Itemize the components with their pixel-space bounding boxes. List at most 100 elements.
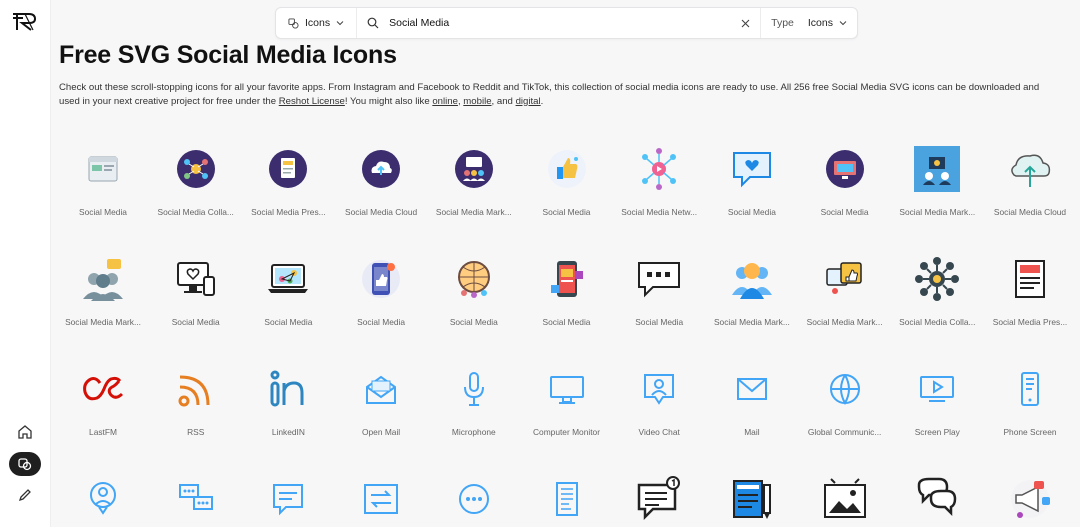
icon-card[interactable]: Social Media: [428, 245, 520, 327]
video-chat-icon: [635, 365, 683, 413]
icon-card[interactable]: RSS: [150, 355, 242, 437]
type-filter-label: Type: [771, 17, 794, 29]
icon-card[interactable]: [706, 465, 798, 523]
icon-card[interactable]: Social Media Mark...: [891, 135, 983, 217]
icon-card[interactable]: [335, 465, 427, 523]
icon-card-label: Social Media Mark...: [65, 317, 141, 327]
icon-card[interactable]: Microphone: [428, 355, 520, 437]
icon-card-label: Phone Screen: [1003, 427, 1057, 437]
page-title: Free SVG Social Media Icons: [59, 41, 397, 69]
search-input[interactable]: [387, 16, 722, 30]
icon-card[interactable]: [613, 465, 705, 523]
chevron-down-icon: [336, 21, 344, 26]
icon-card[interactable]: Social Media: [706, 135, 798, 217]
icon-card[interactable]: Social Media: [613, 245, 705, 327]
microphone-icon: [450, 365, 498, 413]
icon-card[interactable]: Social Media Pres...: [242, 135, 334, 217]
reshot-license-link[interactable]: Reshot License: [279, 96, 345, 107]
icon-card[interactable]: Mail: [706, 355, 798, 437]
phone-like-icon: [357, 255, 405, 303]
chat-lines-icon: [264, 475, 312, 523]
open-mail-icon: [357, 365, 405, 413]
icon-card-label: Screen Play: [914, 427, 960, 437]
icon-card[interactable]: Global Communic...: [799, 355, 891, 437]
browser-window-icon: [79, 145, 127, 193]
icon-card[interactable]: Social Media Cloud: [335, 135, 427, 217]
chat-bubbles-icon: [172, 475, 220, 523]
icon-card[interactable]: Phone Screen: [984, 355, 1076, 437]
icon-card-label: Social Media Pres...: [992, 317, 1068, 327]
page-description: Check out these scroll-stopping icons fo…: [59, 81, 1059, 108]
icon-card[interactable]: Social Media Cloud: [984, 135, 1076, 217]
monitor-icon: [543, 365, 591, 413]
gallery-icon: [821, 475, 869, 523]
description-text: Check out these scroll-stopping icons fo…: [59, 82, 1040, 107]
icon-card[interactable]: [428, 465, 520, 523]
icon-card-label: Social Media Cloud: [345, 207, 418, 217]
home-icon[interactable]: [9, 420, 41, 444]
digital-link[interactable]: digital: [516, 96, 541, 107]
icon-card[interactable]: [57, 465, 149, 523]
icon-card[interactable]: Social Media: [150, 245, 242, 327]
lastfm-icon: [79, 365, 127, 413]
megaphone-icon: [1006, 475, 1054, 523]
icon-card[interactable]: Social Media: [57, 135, 149, 217]
icon-card-label: Social Media: [635, 317, 684, 327]
mobile-link[interactable]: mobile: [463, 96, 491, 107]
icon-card[interactable]: LastFM: [57, 355, 149, 437]
screen-play-icon: [913, 365, 961, 413]
separator-text: , and: [491, 95, 516, 107]
icon-card[interactable]: Social Media: [521, 135, 613, 217]
icon-card[interactable]: Social Media Mark...: [706, 245, 798, 327]
icon-card[interactable]: LinkedIN: [242, 355, 334, 437]
icons-type-icon: [288, 17, 299, 29]
document-icon: [543, 475, 591, 523]
icon-card[interactable]: Social Media Mark...: [428, 135, 520, 217]
icon-card-label: Social Media: [357, 317, 406, 327]
icon-card[interactable]: Video Chat: [613, 355, 705, 437]
type-filter-dropdown[interactable]: Type Icons: [761, 8, 857, 38]
icon-card[interactable]: [521, 465, 613, 523]
icon-card[interactable]: Social Media: [799, 135, 891, 217]
icon-card-label: Social Media Colla...: [899, 317, 976, 327]
icon-card[interactable]: [150, 465, 242, 523]
marketing-square-icon: [913, 145, 961, 193]
icon-card[interactable]: Open Mail: [335, 355, 427, 437]
phone-icon: [1006, 365, 1054, 413]
icon-card-label: Social Media Mark...: [713, 317, 790, 327]
icon-card-label: Social Media: [727, 207, 776, 217]
close-icon: [741, 19, 750, 27]
pencil-icon[interactable]: [9, 483, 41, 507]
icon-card-label: Social Media Pres...: [251, 207, 326, 217]
newspaper-icon: [1006, 255, 1054, 303]
icon-card[interactable]: Social Media Netw...: [613, 135, 705, 217]
icon-card[interactable]: Screen Play: [891, 355, 983, 437]
icon-card[interactable]: Social Media Colla...: [150, 135, 242, 217]
icon-card[interactable]: Computer Monitor: [521, 355, 613, 437]
search-field: [357, 8, 731, 38]
icon-card[interactable]: Social Media Pres...: [984, 245, 1076, 327]
network-circle-icon: [172, 145, 220, 193]
online-link[interactable]: online: [432, 96, 458, 107]
icon-card[interactable]: Social Media: [335, 245, 427, 327]
icon-card[interactable]: Social Media Colla...: [891, 245, 983, 327]
clear-search-button[interactable]: [731, 8, 762, 38]
icon-card[interactable]: Social Media: [521, 245, 613, 327]
repeat-icon: [357, 475, 405, 523]
asset-type-dropdown[interactable]: Icons: [276, 8, 358, 38]
icon-card[interactable]: [799, 465, 891, 523]
icon-card-label: Social Media: [449, 317, 498, 327]
icon-card[interactable]: Social Media: [242, 245, 334, 327]
document-circle-icon: [264, 145, 312, 193]
icon-card-label: Social Media Mark...: [806, 317, 883, 327]
icon-card[interactable]: [891, 465, 983, 523]
icon-card[interactable]: [984, 465, 1076, 523]
icon-card[interactable]: [242, 465, 334, 523]
icon-card-label: Social Media: [171, 317, 220, 327]
mobile-media-icon: [543, 255, 591, 303]
like-chat-icon: [821, 255, 869, 303]
collections-icon[interactable]: [9, 452, 41, 476]
reshot-logo[interactable]: [11, 12, 39, 32]
icon-card[interactable]: Social Media Mark...: [57, 245, 149, 327]
icon-card[interactable]: Social Media Mark...: [799, 245, 891, 327]
